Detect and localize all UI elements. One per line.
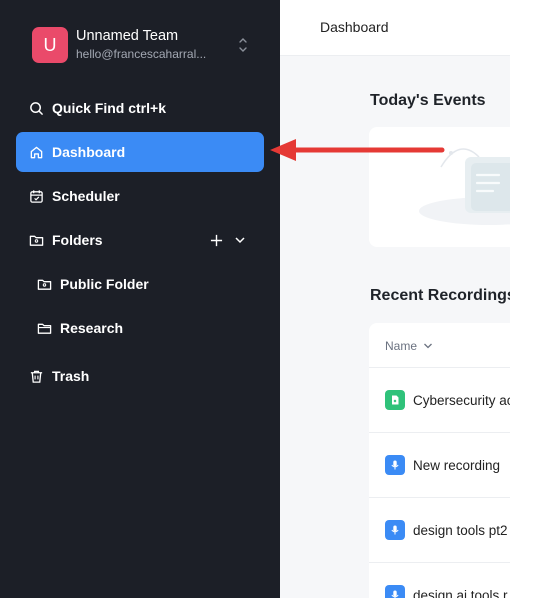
recent-recordings-heading: Recent Recordings [370,287,510,304]
team-info: Unnamed Team hello@francescaharral... [76,27,236,63]
recording-name: design ai tools r [413,587,508,598]
microphone-icon [385,455,405,475]
quick-find-button[interactable]: Quick Find ctrl+k [16,88,264,128]
viewport-edge [510,0,540,598]
table-row[interactable]: design ai tools r [369,562,510,598]
folder-icon [28,232,44,248]
document-icon [385,390,405,410]
annotation-arrow-icon [270,139,445,161]
table-row[interactable]: design tools pt2 [369,497,510,562]
sidebar-item-label: Public Folder [60,276,149,292]
sidebar: U Unnamed Team hello@francescaharral... … [0,0,280,598]
search-icon [28,100,44,116]
microphone-icon [385,585,405,598]
table-row[interactable]: New recording [369,432,510,497]
folder-actions [200,232,248,248]
table-row[interactable]: Cybersecurity ac [369,367,510,432]
chevron-down-icon [423,341,433,351]
page-title: Dashboard [320,19,389,35]
recordings-table: Name Cybersecurity ac New recording desi… [369,323,510,598]
team-name: Unnamed Team [76,28,179,44]
sidebar-item-label: Folders [52,232,103,248]
team-switcher[interactable]: U Unnamed Team hello@francescaharral... [32,26,252,64]
chevron-up-down-icon[interactable] [236,34,250,56]
shared-folder-icon [36,276,52,292]
sidebar-item-label: Scheduler [52,188,120,204]
sidebar-item-research[interactable]: Research [16,308,264,348]
recording-name: design tools pt2 [413,522,508,538]
top-bar: Dashboard [280,0,510,56]
microphone-icon [385,520,405,540]
sidebar-item-dashboard[interactable]: Dashboard [16,132,264,172]
sidebar-item-folders[interactable]: Folders [16,220,264,260]
team-email: hello@francescaharral... [76,47,207,61]
column-header-name[interactable]: Name [385,339,433,353]
sidebar-item-trash[interactable]: Trash [16,356,264,396]
main-content: Dashboard Today's Events Recent Recordin… [280,0,510,598]
sidebar-item-scheduler[interactable]: Scheduler [16,176,264,216]
trash-icon [28,368,44,384]
calendar-icon [28,188,44,204]
sidebar-item-public-folder[interactable]: Public Folder [16,264,264,304]
sidebar-item-label: Research [60,320,124,336]
sidebar-item-label: Dashboard [52,144,126,160]
home-icon [28,144,44,160]
team-avatar: U [32,27,68,63]
recording-name: Cybersecurity ac [413,392,510,408]
todays-events-heading: Today's Events [370,92,486,109]
chevron-down-icon[interactable] [232,232,248,248]
folder-icon [36,320,52,336]
column-header-label: Name [385,339,418,353]
sidebar-item-label: Trash [52,368,90,384]
add-folder-icon[interactable] [208,232,224,248]
quick-find-label: Quick Find ctrl+k [52,100,166,116]
recording-name: New recording [413,457,501,473]
